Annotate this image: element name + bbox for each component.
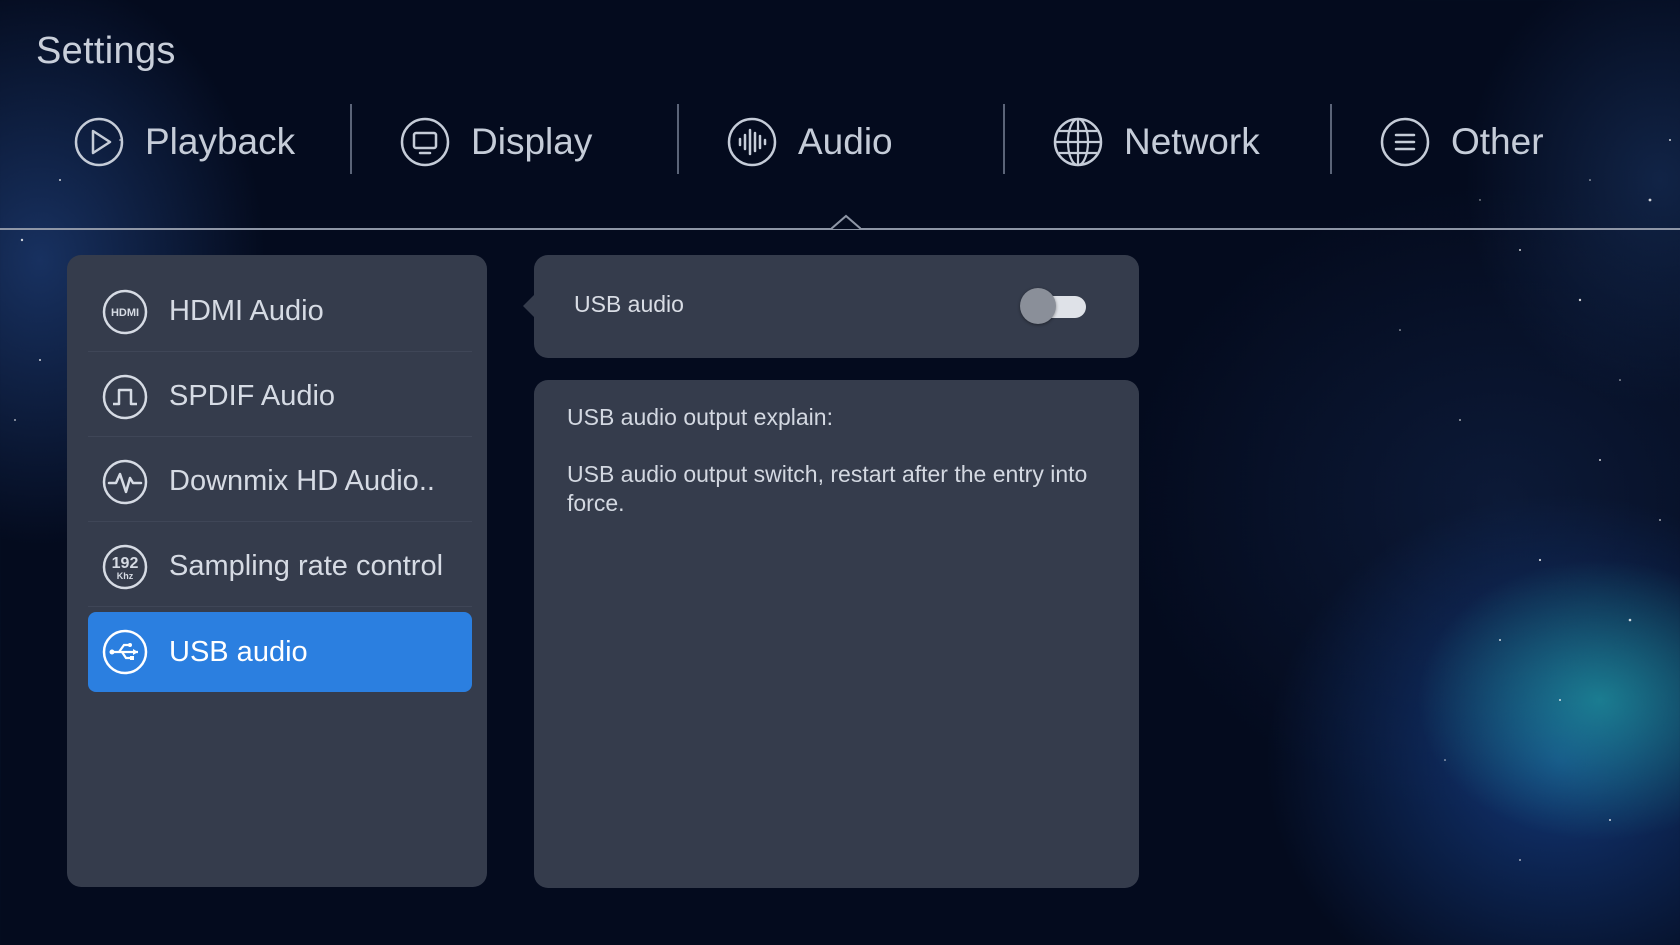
tab-divider [677,104,679,174]
sidebar-item-label: SPDIF Audio [169,380,336,412]
category-tabs: Playback Display Audio Network Other [0,98,1680,186]
sidebar-item-downmix-hd-audio[interactable]: Downmix HD Audio.. [88,442,472,522]
sidebar-item-label: Downmix HD Audio.. [169,465,435,497]
sampling-rate-icon-number: 192 [112,555,139,572]
menu-icon [1379,116,1431,168]
usb-audio-toggle[interactable] [1020,287,1090,325]
page-title: Settings [36,30,176,72]
tab-label: Audio [798,121,893,162]
sidebar-item-label: Sampling rate control [169,550,444,582]
sampling-rate-icon: 192 Khz [101,543,149,591]
sampling-rate-icon-unit: Khz [117,571,134,581]
svg-text:HDMI: HDMI [111,307,139,319]
tab-label: Other [1451,121,1544,162]
sidebar-item-spdif-audio[interactable]: SPDIF Audio [88,357,472,437]
hdmi-icon: HDMI [101,288,149,336]
explain-text: USB audio output switch, restart after t… [567,461,1088,516]
explanation-panel: USB audio output explain: USB audio outp… [534,380,1139,888]
toggle-knob [1020,288,1056,324]
sidebar-item-label: USB audio [169,635,308,668]
spdif-icon [101,373,149,421]
tab-other[interactable]: Other [1379,98,1680,186]
usb-icon [101,628,149,676]
play-icon [73,116,125,168]
audio-wave-icon [726,116,778,168]
sidebar-item-label: HDMI Audio [169,295,324,327]
tab-label: Display [471,121,593,162]
tab-divider [350,104,352,174]
globe-icon [1052,116,1104,168]
explain-title: USB audio output explain: [567,404,833,430]
sidebar-item-sampling-rate-control[interactable]: 192 Khz Sampling rate control [88,527,472,607]
tab-divider [1330,104,1332,174]
waveform-icon [101,458,149,506]
tab-label: Playback [145,121,296,162]
active-tab-indicator [831,214,861,230]
sidebar-item-usb-audio[interactable]: USB audio [88,612,472,692]
tab-divider [1003,104,1005,174]
monitor-icon [399,116,451,168]
setting-label: USB audio [574,291,684,317]
sidebar-item-hdmi-audio[interactable]: HDMI HDMI Audio [88,272,472,352]
tab-label: Network [1124,121,1260,162]
card-pointer [523,295,534,317]
usb-audio-setting-card: USB audio [523,255,1139,358]
sidebar-menu: HDMI HDMI Audio SPDIF Audio Downmix HD A… [67,255,487,887]
